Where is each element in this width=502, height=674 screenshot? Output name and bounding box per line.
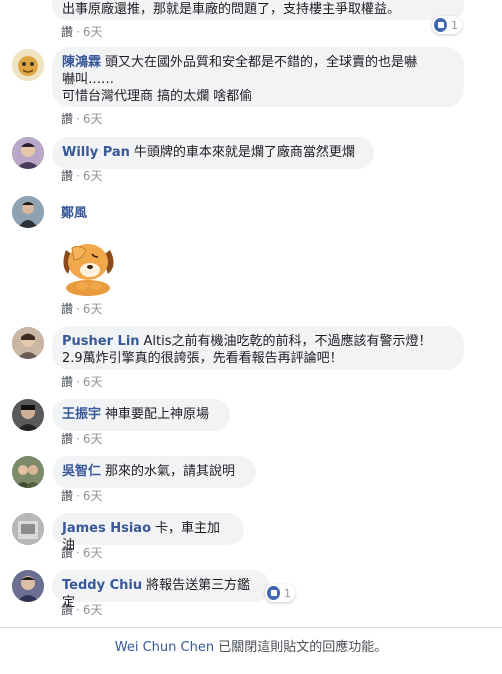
comment-bubble: 出事原廠還推，那就是車廠的問題了，支持樓主爭取權益。 <box>52 0 464 20</box>
meta-separator: · <box>76 546 80 560</box>
comment-bubble: 吳智仁 那來的水氣，請其說明 <box>52 456 256 488</box>
comment-time[interactable]: 6天 <box>83 169 103 183</box>
like-link[interactable]: 讚 <box>61 432 73 446</box>
avatar[interactable] <box>12 196 44 228</box>
avatar[interactable] <box>12 570 44 602</box>
comment-meta: 讚 · 6天 <box>61 25 102 39</box>
commenter-name[interactable]: 鄭風 <box>61 206 87 221</box>
comments-closed-notice: Wei Chun Chen 已關閉這則貼文的回應功能。 <box>0 627 502 674</box>
comment-time[interactable]: 6天 <box>83 112 103 126</box>
avatar[interactable] <box>12 399 44 431</box>
comment-meta: 讚 · 6天 <box>61 546 102 560</box>
commenter-name-wrap: 鄭風 <box>61 202 91 221</box>
meta-separator: · <box>76 489 80 503</box>
comment-meta: 讚 · 6天 <box>61 169 102 183</box>
comment-meta: 讚 · 6天 <box>61 489 102 503</box>
like-link[interactable]: 讚 <box>61 489 73 503</box>
puppy-facepalm-sticker <box>52 226 124 298</box>
comment-time[interactable]: 6天 <box>83 546 103 560</box>
comment-bubble: Teddy Chiu 將報告送第三方鑑定 <box>52 570 270 610</box>
commenter-name[interactable]: 陳鴻霖 <box>62 55 101 70</box>
meta-separator: · <box>76 25 80 39</box>
commenter-name[interactable]: Willy Pan <box>62 145 130 160</box>
like-link[interactable]: 讚 <box>61 302 73 316</box>
comment-meta: 讚 · 6天 <box>61 432 102 446</box>
meta-separator: · <box>76 432 80 446</box>
like-link[interactable]: 讚 <box>61 375 73 389</box>
comment-bubble: Pusher Lin Altis之前有機油吃乾的前科，不過應該有警示燈！ 2.9萬… <box>52 326 464 370</box>
like-link[interactable]: 讚 <box>61 546 73 560</box>
comment-bubble: 王振宇 神車要配上神原場 <box>52 399 230 431</box>
comment-text: 2.9萬炸引擎真的很誇張，先看看報告再評論吧！ <box>62 351 343 366</box>
comment-text: 神車要配上神原場 <box>105 407 210 422</box>
commenter-name[interactable]: 吳智仁 <box>62 464 101 479</box>
comment-meta: 讚 · 6天 <box>61 375 102 389</box>
reaction-count: 1 <box>451 18 458 32</box>
comment-text: 那來的水氣，請其說明 <box>105 464 236 479</box>
comment-text: 嚇叫…… <box>62 72 115 87</box>
closed-notice-text: 已關閉這則貼文的回應功能。 <box>218 640 388 655</box>
comment-text: 牛頭牌的車本來就是爛了廠商當然更爛 <box>133 145 355 160</box>
comment-text: Altis之前有機油吃乾的前科，不過應該有警示燈！ <box>143 334 432 349</box>
meta-separator: · <box>76 169 80 183</box>
commenter-name[interactable]: Teddy Chiu <box>62 578 142 593</box>
meta-separator: · <box>76 112 80 126</box>
comment-time[interactable]: 6天 <box>83 603 103 617</box>
meta-separator: · <box>76 302 80 316</box>
comment-bubble: 陳鴻霖 頭又大在國外品質和安全都是不錯的，全球賣的也是嚇 嚇叫…… 可惜台灣代理商… <box>52 47 464 107</box>
comment-text: 出事原廠還推，那就是車廠的問題了，支持樓主爭取權益。 <box>62 2 401 17</box>
meta-separator: · <box>76 375 80 389</box>
like-link[interactable]: 讚 <box>61 603 73 617</box>
comment-text: 可惜台灣代理商 搞的太爛 啥都偷 <box>62 89 253 104</box>
comment-text: 頭又大在國外品質和安全都是不錯的，全球賣的也是嚇 <box>105 55 418 70</box>
reaction-badge[interactable]: 1 <box>432 16 462 34</box>
comment-time[interactable]: 6天 <box>83 302 103 316</box>
comment-time[interactable]: 6天 <box>83 375 103 389</box>
like-icon <box>434 18 447 32</box>
reaction-badge[interactable]: 1 <box>265 584 295 602</box>
comment-time[interactable]: 6天 <box>83 489 103 503</box>
commenter-name[interactable]: James Hsiao <box>62 521 151 536</box>
avatar[interactable] <box>12 513 44 545</box>
avatar[interactable] <box>12 456 44 488</box>
comment-meta: 讚 · 6天 <box>61 302 102 316</box>
meta-separator: · <box>76 603 80 617</box>
commenter-name[interactable]: Pusher Lin <box>62 334 140 349</box>
like-link[interactable]: 讚 <box>61 112 73 126</box>
comment-meta: 讚 · 6天 <box>61 112 102 126</box>
commenter-name[interactable]: 王振宇 <box>62 407 101 422</box>
like-link[interactable]: 讚 <box>61 169 73 183</box>
author-name[interactable]: Wei Chun Chen <box>115 640 214 655</box>
avatar[interactable] <box>12 327 44 359</box>
like-icon <box>267 586 280 600</box>
comment-time[interactable]: 6天 <box>83 432 103 446</box>
reaction-count: 1 <box>284 586 291 600</box>
comment-time[interactable]: 6天 <box>83 25 103 39</box>
comment-meta: 讚 · 6天 <box>61 603 102 617</box>
like-link[interactable]: 讚 <box>61 25 73 39</box>
comment-bubble: James Hsiao 卡，車主加油 <box>52 513 244 553</box>
avatar[interactable] <box>12 137 44 169</box>
avatar[interactable] <box>12 49 44 81</box>
comment-bubble: Willy Pan 牛頭牌的車本來就是爛了廠商當然更爛 <box>52 137 374 169</box>
